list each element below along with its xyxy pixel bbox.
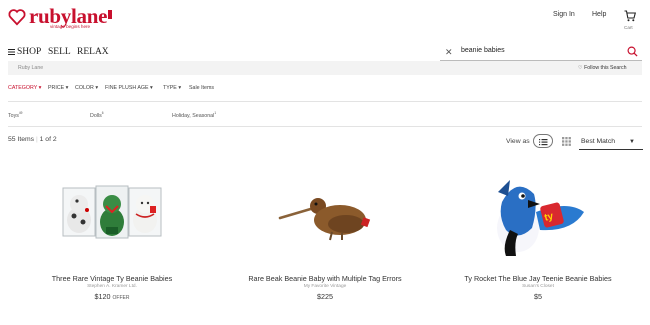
nav-relax[interactable]: RELAX (77, 47, 109, 57)
breadcrumb[interactable]: Ruby Lane (18, 65, 43, 71)
category-dolls[interactable]: Dolls6 (90, 111, 104, 119)
nav-sell[interactable]: SELL (48, 47, 71, 57)
help-link[interactable]: Help (592, 11, 606, 18)
menu-icon[interactable] (8, 49, 15, 55)
sign-in-link[interactable]: Sign In (553, 11, 575, 18)
chevron-down-icon: ▼ (629, 139, 635, 145)
product-seller[interactable]: Susan's Closet (438, 284, 638, 289)
product-seller[interactable]: My Favorite Vintage (225, 284, 425, 289)
sort-underline (579, 149, 643, 150)
heart-icon: ♡ (578, 65, 583, 71)
breadcrumb-bar (8, 61, 642, 75)
category-holiday-seasonal[interactable]: Holiday, Seasonal1 (172, 111, 216, 119)
brand-tagline: vintage begins here (50, 24, 91, 29)
view-as-label: View as (506, 138, 530, 145)
grid-view-icon[interactable] (562, 137, 571, 146)
product-price: $120 OFFER (94, 292, 130, 301)
clear-search-icon[interactable]: ✕ (445, 47, 453, 58)
nav-shop[interactable]: SHOP (17, 47, 41, 57)
results-count: 55 Items | 1 of 2 (8, 136, 57, 143)
product-image-rocket-blue-jay[interactable]: ty (488, 172, 588, 260)
list-view-button[interactable] (533, 134, 553, 148)
heart-logo-icon[interactable] (8, 8, 26, 26)
filter-color[interactable]: COLOR ▾ (75, 85, 98, 91)
product-title[interactable]: Ty Rocket The Blue Jay Teenie Beanie Bab… (438, 274, 638, 283)
follow-search-label: Follow this Search (584, 65, 627, 71)
product-image-three-beanies[interactable] (62, 184, 162, 242)
divider (8, 126, 642, 127)
product-image-beak-beanie[interactable] (276, 190, 376, 242)
sort-select[interactable]: Best Match ▼ (581, 138, 635, 145)
product-title[interactable]: Rare Beak Beanie Baby with Multiple Tag … (225, 274, 425, 283)
list-view-icon (539, 139, 548, 146)
cart-icon[interactable] (624, 10, 636, 22)
search-icon[interactable] (627, 46, 638, 57)
category-toys[interactable]: Toys49 (8, 111, 22, 119)
brand-logo-tab (108, 10, 113, 19)
filter-price[interactable]: PRICE ▾ (48, 85, 68, 91)
product-seller[interactable]: Stephen A. Kramer Ltd. (12, 284, 212, 289)
product-price: $225 (317, 292, 333, 301)
filter-type[interactable]: TYPE ▾ (163, 85, 181, 91)
follow-search-button[interactable]: ♡ Follow this Search (578, 65, 627, 71)
filter-fine-plush-age[interactable]: FINE PLUSH AGE ▾ (105, 85, 153, 91)
cart-label: Cart (624, 25, 633, 30)
search-input[interactable]: beanie babies (461, 47, 505, 54)
offer-badge: OFFER (112, 295, 130, 301)
product-title[interactable]: Three Rare Vintage Ty Beanie Babies (12, 274, 212, 283)
filter-sale-items[interactable]: Sale Items (189, 85, 214, 91)
page-indicator: 1 of 2 (39, 136, 57, 143)
filter-category[interactable]: CATEGORY ▾ (8, 85, 41, 91)
divider (8, 101, 642, 102)
product-price: $5 (534, 292, 542, 301)
